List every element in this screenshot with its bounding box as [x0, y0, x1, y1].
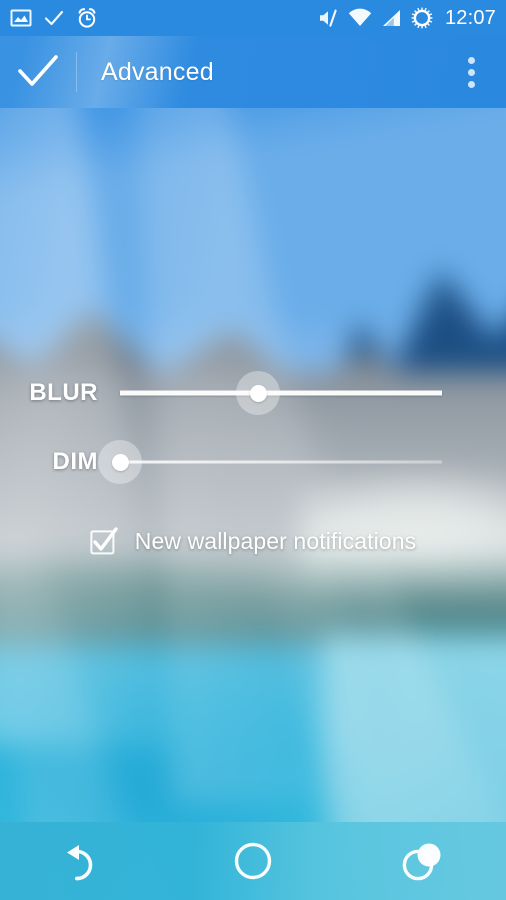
status-bar-clock: 12:07 [444, 6, 496, 29]
status-bar-system-icons: 12:07 [317, 6, 496, 30]
home-circle-icon [234, 842, 272, 880]
blur-slider-track[interactable] [120, 390, 442, 396]
action-bar-divider [76, 52, 77, 92]
overflow-dot-1 [467, 56, 475, 64]
status-bar-notification-icons [10, 7, 98, 29]
checkmark-icon [18, 55, 58, 86]
dim-slider-track[interactable] [120, 460, 442, 464]
blur-slider-row: BLUR [0, 369, 506, 417]
back-arrow-icon [67, 845, 93, 881]
wifi-icon [348, 8, 372, 26]
settings-controls: BLUR DIM New wallpaper notifications [0, 0, 506, 900]
nav-recents-button[interactable] [337, 822, 506, 900]
sync-circle-icon [411, 7, 433, 29]
nav-home-button[interactable] [169, 822, 338, 900]
recent-apps-icon [402, 843, 441, 881]
page-title: Advanced [101, 57, 214, 86]
dim-slider-thumb[interactable] [98, 440, 142, 484]
action-bar: Advanced [0, 36, 506, 108]
alarm-clock-icon [78, 8, 96, 28]
navigation-bar [0, 822, 506, 900]
phone-screen: 12:07 Advanced BLUR DIM New wallpaper no… [0, 0, 506, 900]
blur-slider-thumb[interactable] [236, 371, 281, 415]
new-wallpaper-notifications-row[interactable]: New wallpaper notifications [0, 518, 506, 564]
dim-slider[interactable] [98, 438, 442, 486]
status-bar: 12:07 [0, 0, 506, 36]
check-icon [44, 10, 64, 26]
volume-mute-icon [319, 9, 337, 27]
cell-signal-icon [382, 10, 400, 26]
confirm-done-button[interactable] [0, 36, 76, 108]
blur-slider[interactable] [120, 369, 442, 417]
dim-slider-row: DIM [0, 438, 506, 486]
overflow-dot-3 [467, 80, 475, 88]
photo-icon [10, 9, 32, 27]
new-wallpaper-notifications-checkbox[interactable] [90, 526, 118, 555]
nav-back-button[interactable] [0, 822, 169, 900]
overflow-dot-2 [467, 68, 475, 76]
dim-slider-label: DIM [52, 448, 98, 475]
blur-slider-label: BLUR [29, 379, 98, 406]
new-wallpaper-notifications-label: New wallpaper notifications [134, 527, 417, 554]
overflow-menu-button[interactable] [450, 36, 492, 108]
